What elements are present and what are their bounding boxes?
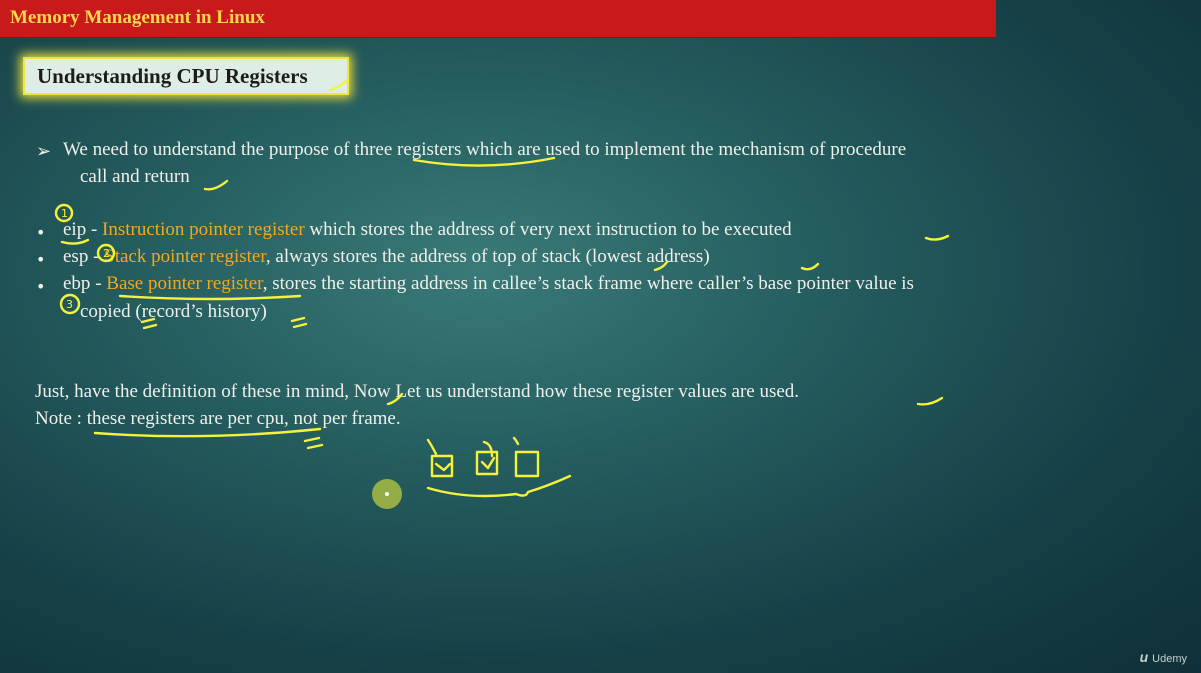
udemy-wordmark: Udemy: [1152, 653, 1187, 665]
bullet-dot-icon: •: [36, 277, 46, 296]
underline-per-cpu: [93, 427, 322, 438]
register-name: esp: [63, 246, 89, 267]
intro-line-2: call and return: [80, 166, 190, 187]
circle-number-3: [59, 293, 81, 315]
register-label: Instruction pointer register: [102, 219, 305, 240]
underline-base-pointer: [118, 294, 302, 301]
register-item-eip: eip - Instruction pointer register which…: [63, 219, 792, 240]
tick-copied-2: [290, 316, 308, 329]
register-ebp-continuation: copied (record’s history): [80, 301, 267, 322]
register-label: Base pointer register: [106, 273, 263, 294]
closing-line: Just, have the definition of these in mi…: [35, 381, 800, 402]
register-description: , always stores the address of top of st…: [265, 246, 710, 267]
course-title: Memory Management in Linux: [10, 7, 265, 28]
note-line: Note : these registers are per cpu, not …: [35, 408, 401, 429]
udemy-mark-icon: u: [1139, 649, 1149, 665]
register-name: eip: [63, 219, 87, 240]
tick-esp: [800, 262, 820, 271]
bullet-dot-icon: •: [36, 223, 46, 242]
annotation-number-3: 3: [66, 298, 73, 311]
underline-return: [203, 179, 229, 191]
bullet-dot-icon: •: [36, 250, 46, 269]
pen-annotations: 1 2 3: [54, 78, 950, 498]
register-label: Stack pointer register: [104, 246, 266, 267]
arrow-bullet-icon: ➢: [36, 141, 52, 162]
pointer-highlight: [372, 479, 402, 509]
register-name: ebp: [63, 273, 91, 294]
tick-used: [916, 396, 944, 406]
udemy-logo: u Udemy: [1140, 649, 1187, 665]
register-item-ebp: ebp - Base pointer register, stores the …: [63, 273, 914, 294]
register-item-esp: esp - Stack pointer register, always sto…: [63, 246, 710, 267]
brace-stems: [426, 436, 520, 456]
box-frame-3: [514, 450, 540, 478]
register-description: , stores the starting address in callee’…: [262, 273, 914, 294]
box-frame-1: [430, 454, 454, 478]
slide-title-box: Understanding CPU Registers: [23, 57, 349, 95]
slide-title: Understanding CPU Registers: [37, 64, 308, 88]
intro-line-1: We need to understand the purpose of thr…: [63, 139, 907, 160]
tick-eip: [924, 234, 950, 241]
register-description: which stores the address of very next in…: [304, 219, 792, 240]
box-frame-2: [475, 440, 499, 476]
brace-frames: [426, 474, 572, 498]
course-header-bar: Memory Management in Linux: [0, 0, 996, 38]
tick-cpu-1: [303, 436, 324, 450]
